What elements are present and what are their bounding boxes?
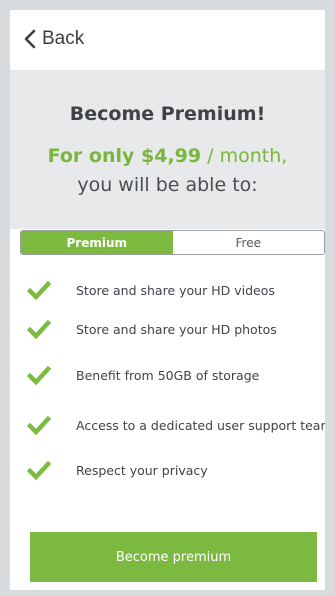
check-icon [27, 319, 51, 340]
hero-subtitle: you will be able to: [77, 174, 258, 196]
feature-text: Store and share your HD photos [76, 322, 277, 337]
price-prefix: For only [47, 145, 142, 167]
feature-text: Benefit from 50GB of storage [76, 368, 260, 383]
plan-toggle: Premium Free [20, 230, 325, 255]
feature-text: Respect your privacy [76, 463, 208, 478]
become-premium-button[interactable]: Become premium [30, 532, 317, 582]
back-button[interactable]: Back [24, 28, 84, 50]
feature-text: Access to a dedicated user support team [76, 418, 325, 433]
list-item: Store and share your HD videos [10, 280, 325, 304]
list-item: Respect your privacy [10, 460, 325, 484]
price-line: For only $4,99 / month, [10, 145, 325, 167]
tab-premium[interactable]: Premium [21, 231, 173, 254]
hero-title: Become Premium! [69, 103, 266, 125]
premium-screen: Back Become Premium! For only $4,99 / mo… [10, 10, 325, 590]
price-suffix: / month, [201, 145, 288, 167]
feature-text: Store and share your HD videos [76, 283, 275, 298]
chevron-left-icon [24, 29, 36, 49]
back-label: Back [42, 28, 85, 49]
list-item: Benefit from 50GB of storage [10, 365, 325, 389]
premium-hero: Become Premium! For only $4,99 / month, … [10, 71, 325, 229]
check-icon [27, 415, 51, 436]
check-icon [27, 365, 51, 386]
check-icon [27, 460, 51, 481]
tab-free[interactable]: Free [172, 231, 324, 254]
top-bar: Back [10, 10, 325, 71]
price-amount: $4,99 [141, 145, 202, 167]
list-item: Store and share your HD photos [10, 319, 325, 343]
check-icon [27, 280, 51, 301]
list-item: Access to a dedicated user support team [10, 415, 325, 439]
